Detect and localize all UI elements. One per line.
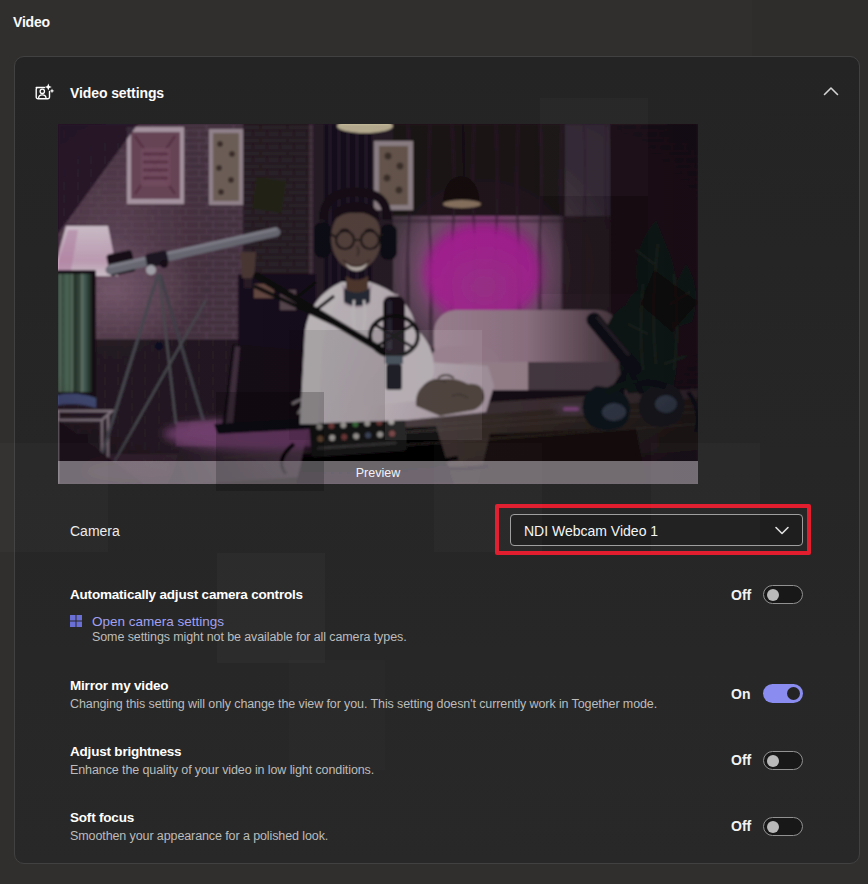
svg-text:Preview: Preview (356, 466, 401, 480)
